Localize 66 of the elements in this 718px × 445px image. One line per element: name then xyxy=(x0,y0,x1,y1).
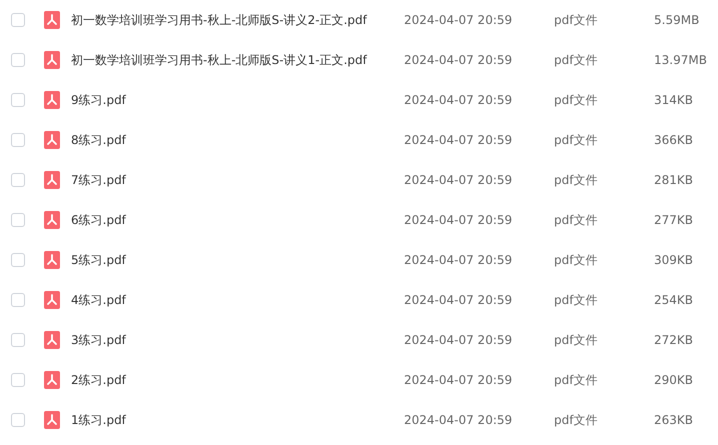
pdf-file-icon xyxy=(44,251,60,269)
file-size: 263KB xyxy=(654,413,694,427)
file-name[interactable]: 初一数学培训班学习用书-秋上-北师版S-讲义1-正文.pdf xyxy=(71,53,367,67)
file-name[interactable]: 7练习.pdf xyxy=(71,173,126,187)
file-type: pdf文件 xyxy=(554,213,598,227)
file-name[interactable]: 初一数学培训班学习用书-秋上-北师版S-讲义2-正文.pdf xyxy=(71,13,367,27)
checkbox[interactable] xyxy=(11,13,25,27)
pdf-file-icon xyxy=(44,411,60,429)
file-size: 314KB xyxy=(654,93,694,107)
pdf-file-icon xyxy=(44,91,60,109)
file-name[interactable]: 9练习.pdf xyxy=(71,93,126,107)
file-name[interactable]: 4练习.pdf xyxy=(71,293,126,307)
file-type: pdf文件 xyxy=(554,13,598,27)
checkbox[interactable] xyxy=(11,53,25,67)
file-size: 309KB xyxy=(654,253,694,267)
file-size: 13.97MB xyxy=(654,53,707,67)
file-type: pdf文件 xyxy=(554,53,598,67)
pdf-file-icon xyxy=(44,11,60,29)
file-name[interactable]: 1练习.pdf xyxy=(71,413,126,427)
file-type: pdf文件 xyxy=(554,93,598,107)
modified-date: 2024-04-07 20:59 xyxy=(404,53,512,67)
checkbox[interactable] xyxy=(11,253,25,267)
checkbox[interactable] xyxy=(11,93,25,107)
file-size: 277KB xyxy=(654,213,694,227)
modified-date: 2024-04-07 20:59 xyxy=(404,133,512,147)
modified-date: 2024-04-07 20:59 xyxy=(404,373,512,387)
pdf-file-icon xyxy=(44,131,60,149)
pdf-file-icon xyxy=(44,211,60,229)
modified-date: 2024-04-07 20:59 xyxy=(404,93,512,107)
modified-date: 2024-04-07 20:59 xyxy=(404,293,512,307)
modified-date: 2024-04-07 20:59 xyxy=(404,253,512,267)
checkbox[interactable] xyxy=(11,373,25,387)
checkbox[interactable] xyxy=(11,213,25,227)
file-type: pdf文件 xyxy=(554,293,598,307)
checkbox[interactable] xyxy=(11,333,25,347)
checkbox[interactable] xyxy=(11,133,25,147)
file-type: pdf文件 xyxy=(554,373,598,387)
file-size: 254KB xyxy=(654,293,694,307)
pdf-file-icon xyxy=(44,291,60,309)
file-size: 366KB xyxy=(654,133,694,147)
file-type: pdf文件 xyxy=(554,133,598,147)
file-name[interactable]: 8练习.pdf xyxy=(71,133,126,147)
file-name[interactable]: 5练习.pdf xyxy=(71,253,126,267)
file-size: 272KB xyxy=(654,333,694,347)
file-type: pdf文件 xyxy=(554,413,598,427)
file-type: pdf文件 xyxy=(554,253,598,267)
modified-date: 2024-04-07 20:59 xyxy=(404,333,512,347)
modified-date: 2024-04-07 20:59 xyxy=(404,413,512,427)
file-size: 290KB xyxy=(654,373,694,387)
modified-date: 2024-04-07 20:59 xyxy=(404,173,512,187)
modified-date: 2024-04-07 20:59 xyxy=(404,213,512,227)
checkbox[interactable] xyxy=(11,173,25,187)
pdf-file-icon xyxy=(44,51,60,69)
file-type: pdf文件 xyxy=(554,173,598,187)
file-name[interactable]: 6练习.pdf xyxy=(71,213,126,227)
pdf-file-icon xyxy=(44,331,60,349)
modified-date: 2024-04-07 20:59 xyxy=(404,13,512,27)
pdf-file-icon xyxy=(44,171,60,189)
file-size: 281KB xyxy=(654,173,694,187)
file-type: pdf文件 xyxy=(554,333,598,347)
checkbox[interactable] xyxy=(11,293,25,307)
file-size: 5.59MB xyxy=(654,13,700,27)
checkbox[interactable] xyxy=(11,413,25,427)
pdf-file-icon xyxy=(44,371,60,389)
file-name[interactable]: 3练习.pdf xyxy=(71,333,126,347)
file-name[interactable]: 2练习.pdf xyxy=(71,373,126,387)
